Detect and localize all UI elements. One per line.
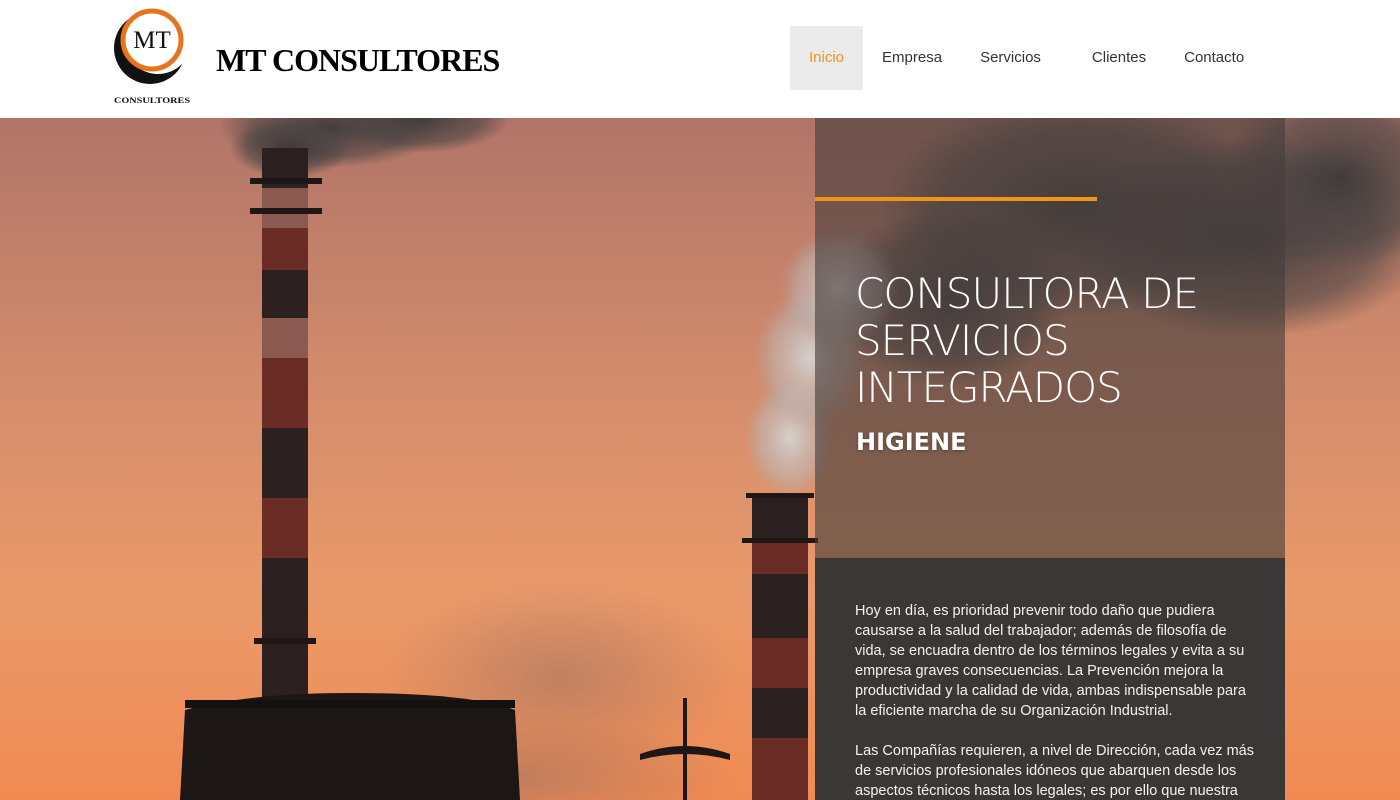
headline-line-1: CONSULTORA DE	[855, 269, 1199, 318]
hero-section: CONSULTORA DE SERVICIOS INTEGRADOS HIGIE…	[0, 118, 1400, 800]
headline-line-2: SERVICIOS	[855, 316, 1070, 365]
hero-headline: CONSULTORA DE SERVICIOS INTEGRADOS	[855, 270, 1265, 411]
nav-item-inicio[interactable]: Inicio	[790, 26, 864, 90]
nav-item-clientes[interactable]: Clientes	[1092, 26, 1146, 90]
logo-caption: CONSULTORES	[114, 95, 190, 105]
chimney-right	[742, 493, 818, 800]
nav-item-empresa[interactable]: Empresa	[882, 26, 942, 90]
hero-subheading: HIGIENE	[856, 428, 967, 456]
hero-paragraph-1: Hoy en día, es prioridad prevenir todo d…	[855, 603, 1246, 719]
headline-line-3: INTEGRADOS	[855, 363, 1123, 412]
logo-link[interactable]: MT CONSULTORES	[112, 6, 194, 106]
main-nav: Inicio Empresa Servicios Clientes Contac…	[790, 26, 1244, 90]
nav-item-contacto[interactable]: Contacto	[1184, 26, 1244, 90]
hero-paragraph-2: Las Compañías requieren, a nivel de Dire…	[855, 743, 1254, 799]
nav-item-servicios[interactable]: Servicios	[980, 26, 1041, 90]
accent-divider	[815, 197, 1097, 201]
site-header: MT CONSULTORES MT CONSULTORES Inicio Emp…	[0, 0, 1400, 118]
logo-text: MT	[133, 27, 171, 54]
logo-mark-icon: MT CONSULTORES	[114, 6, 192, 105]
brand-name[interactable]: MT CONSULTORES	[216, 42, 500, 79]
